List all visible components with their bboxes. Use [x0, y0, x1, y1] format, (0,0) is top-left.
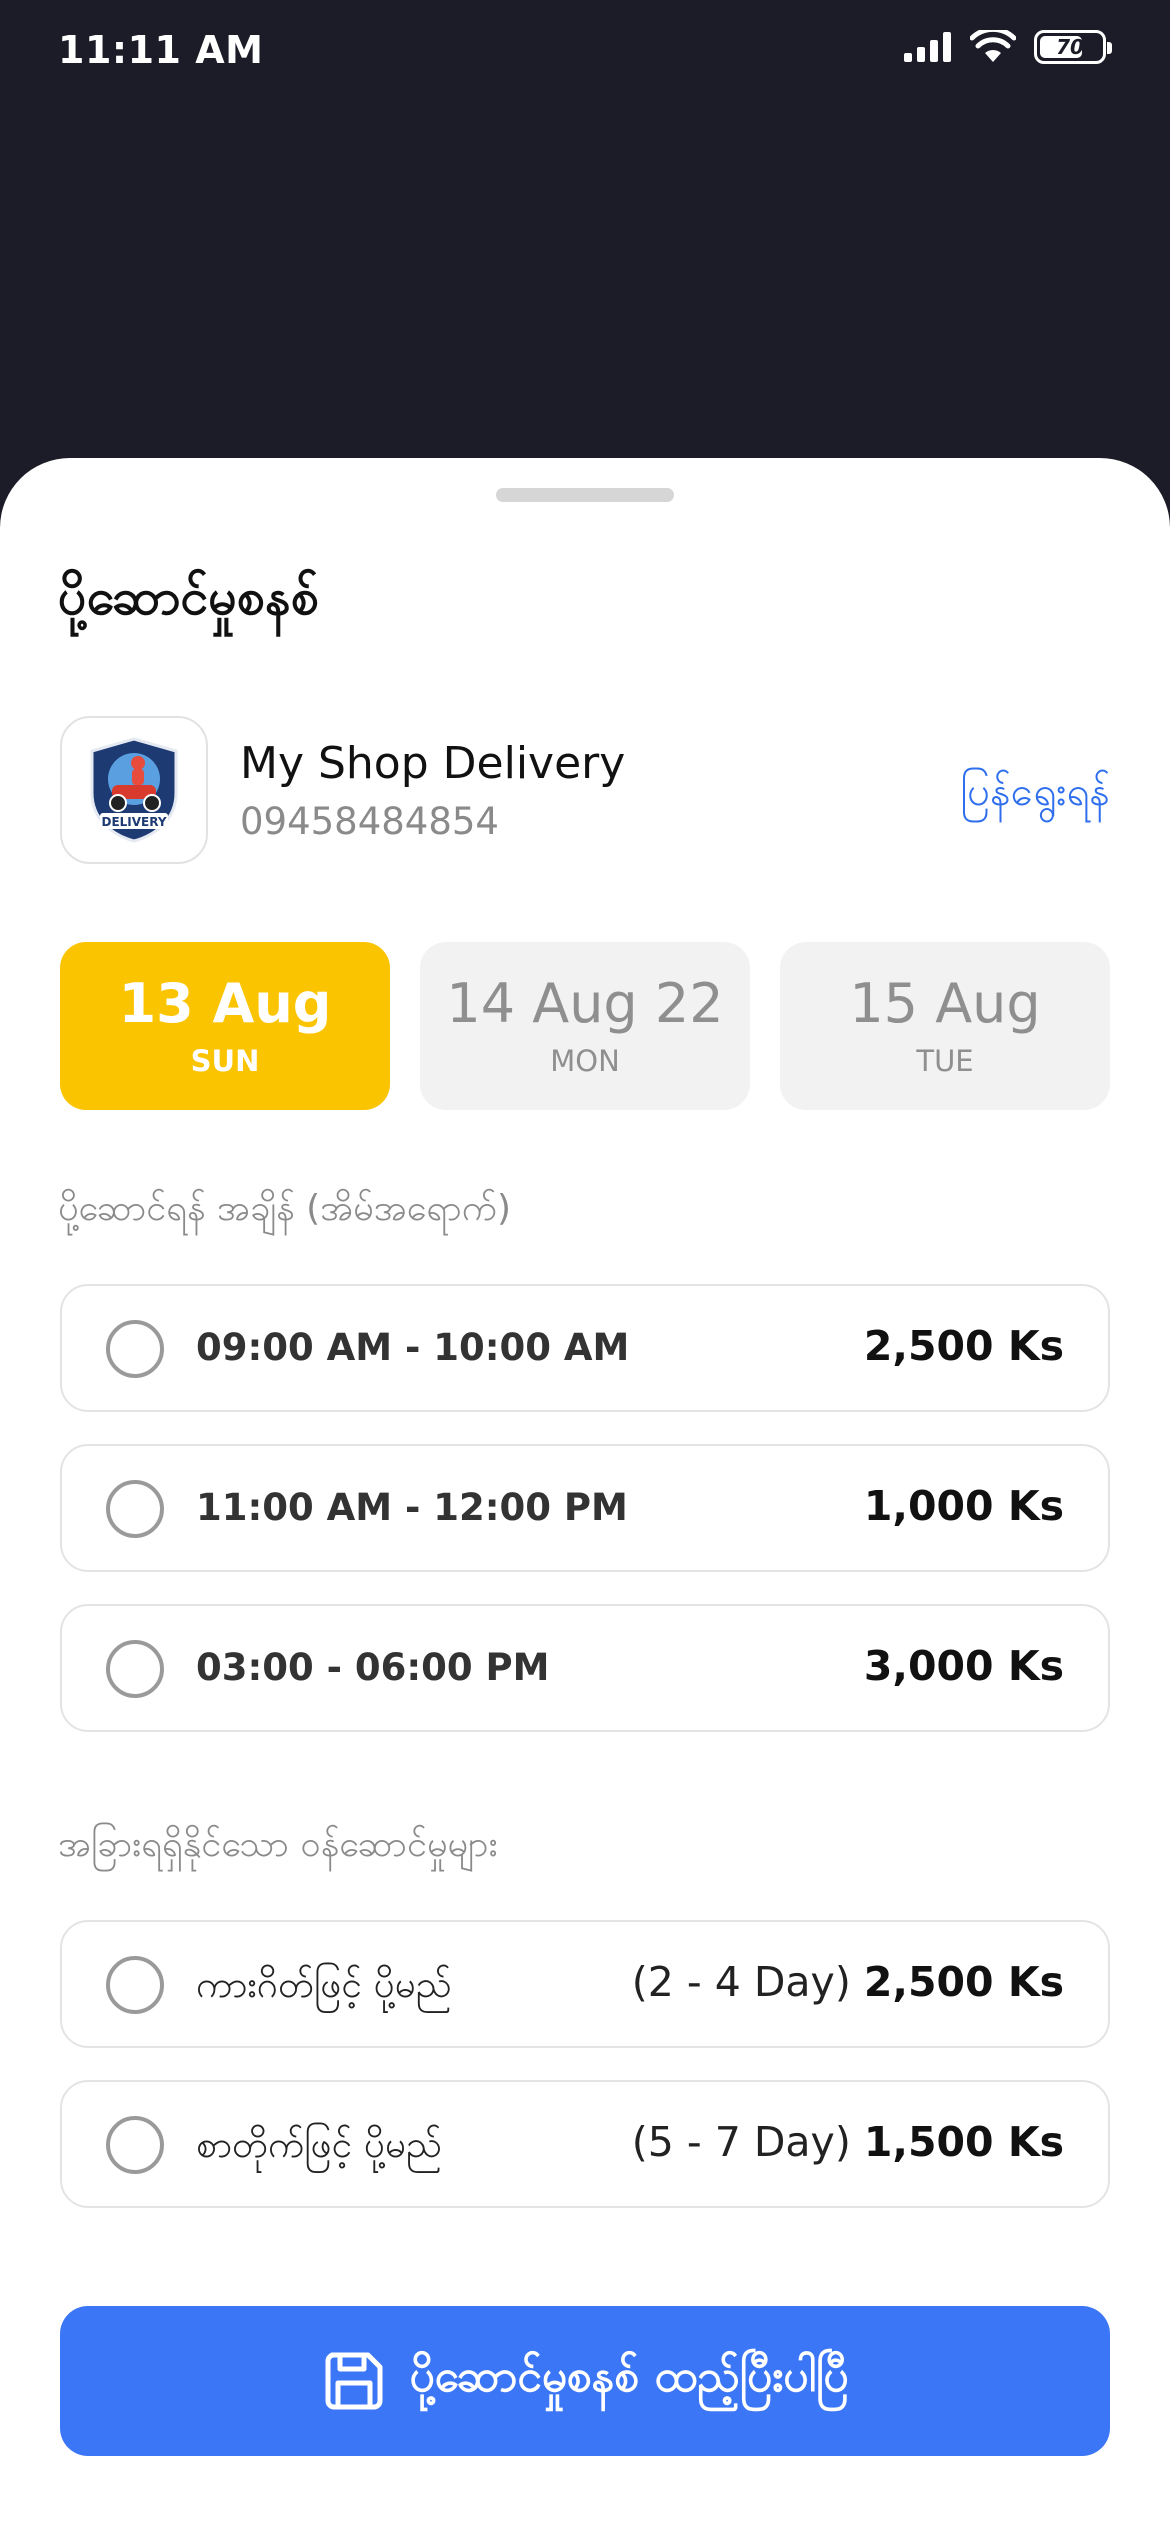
save-button-label: ပို့ဆောင်မှုစနစ် ထည့်ပြီးပါပြီ [409, 2351, 849, 2402]
date-label: 14 Aug 22 [446, 972, 724, 1036]
wifi-icon [970, 30, 1016, 62]
date-option-mon[interactable]: 14 Aug 22 MON [420, 942, 750, 1110]
service-price-wrap: (5 - 7 Day) 1,500 Ks [632, 2118, 1064, 2166]
time-slot-option[interactable]: 03:00 - 06:00 PM 3,000 Ks [60, 1604, 1110, 1732]
shop-name: My Shop Delivery [240, 738, 626, 789]
battery-level: 70 [1056, 35, 1084, 59]
time-slot-label: 03:00 - 06:00 PM [196, 1646, 550, 1689]
status-icons: 70 [904, 30, 1112, 64]
time-slot-price-wrap: 3,000 Ks [864, 1642, 1064, 1690]
status-time: 11:11 AM [58, 28, 264, 72]
service-price: 1,500 Ks [863, 2118, 1064, 2166]
service-name: ကားဂိတ်ဖြင့် ပို့မည် [196, 1963, 452, 2006]
service-duration: (5 - 7 Day) [631, 2118, 851, 2166]
cellular-signal-icon [904, 32, 951, 62]
service-option[interactable]: စာတိုက်ဖြင့် ပို့မည် (5 - 7 Day) 1,500 K… [60, 2080, 1110, 2208]
service-duration: (2 - 4 Day) [631, 1958, 851, 2006]
other-services-list: ကားဂိတ်ဖြင့် ပို့မည် (2 - 4 Day) 2,500 K… [60, 1920, 1110, 2208]
time-slot-label: 11:00 AM - 12:00 PM [196, 1486, 628, 1529]
time-section-label: ပို့ဆောင်ရန် အချိန် (အိမ်အရောက်) [58, 1188, 512, 1229]
other-services-label: အခြားရရှိနိုင်သော ဝန်ဆောင်မှုများ [58, 1824, 498, 1865]
delivery-scooter-icon: DELIVERY [90, 737, 178, 843]
change-shop-link[interactable]: ပြန်ရွေးရန် [960, 766, 1110, 825]
time-slot-price: 3,000 Ks [863, 1642, 1064, 1690]
radio-button[interactable] [106, 2116, 164, 2174]
time-slot-price-wrap: 1,000 Ks [864, 1482, 1064, 1530]
time-slot-label: 09:00 AM - 10:00 AM [196, 1326, 630, 1369]
service-price-wrap: (2 - 4 Day) 2,500 Ks [632, 1958, 1064, 2006]
radio-button[interactable] [106, 1480, 164, 1538]
service-name: စာတိုက်ဖြင့် ပို့မည် [196, 2123, 442, 2166]
time-slot-list: 09:00 AM - 10:00 AM 2,500 Ks 11:00 AM - … [60, 1284, 1110, 1732]
delivery-bottom-sheet: ပို့ဆောင်မှုစနစ် DELIVERY My Shop Delive… [0, 458, 1170, 2532]
sheet-title: ပို့ဆောင်မှုစနစ် [58, 568, 320, 626]
shop-logo: DELIVERY [60, 716, 208, 864]
date-label: 13 Aug [118, 972, 332, 1036]
battery-icon: 70 [1034, 30, 1112, 64]
status-bar: 11:11 AM 70 [0, 0, 1170, 110]
date-label: 15 Aug [849, 972, 1041, 1036]
date-option-tue[interactable]: 15 Aug TUE [780, 942, 1110, 1110]
time-slot-price: 2,500 Ks [863, 1322, 1064, 1370]
service-price: 2,500 Ks [863, 1958, 1064, 2006]
radio-button[interactable] [106, 1956, 164, 2014]
shop-phone: 09458484854 [240, 800, 499, 843]
sheet-drag-handle[interactable] [496, 488, 674, 502]
time-slot-option[interactable]: 09:00 AM - 10:00 AM 2,500 Ks [60, 1284, 1110, 1412]
save-icon [325, 2352, 383, 2410]
date-selector: 13 Aug SUN 14 Aug 22 MON 15 Aug TUE [60, 942, 1110, 1110]
radio-button[interactable] [106, 1320, 164, 1378]
save-delivery-button[interactable]: ပို့ဆောင်မှုစနစ် ထည့်ပြီးပါပြီ [60, 2306, 1110, 2456]
logo-text: DELIVERY [101, 815, 166, 829]
time-slot-price: 1,000 Ks [863, 1482, 1064, 1530]
day-label: SUN [190, 1043, 260, 1078]
time-slot-option[interactable]: 11:00 AM - 12:00 PM 1,000 Ks [60, 1444, 1110, 1572]
day-label: MON [550, 1043, 620, 1078]
shop-info: DELIVERY My Shop Delivery 09458484854 ပြ… [60, 716, 1110, 866]
radio-button[interactable] [106, 1640, 164, 1698]
date-option-sun[interactable]: 13 Aug SUN [60, 942, 390, 1110]
day-label: TUE [916, 1043, 974, 1078]
time-slot-price-wrap: 2,500 Ks [864, 1322, 1064, 1370]
service-option[interactable]: ကားဂိတ်ဖြင့် ပို့မည် (2 - 4 Day) 2,500 K… [60, 1920, 1110, 2048]
